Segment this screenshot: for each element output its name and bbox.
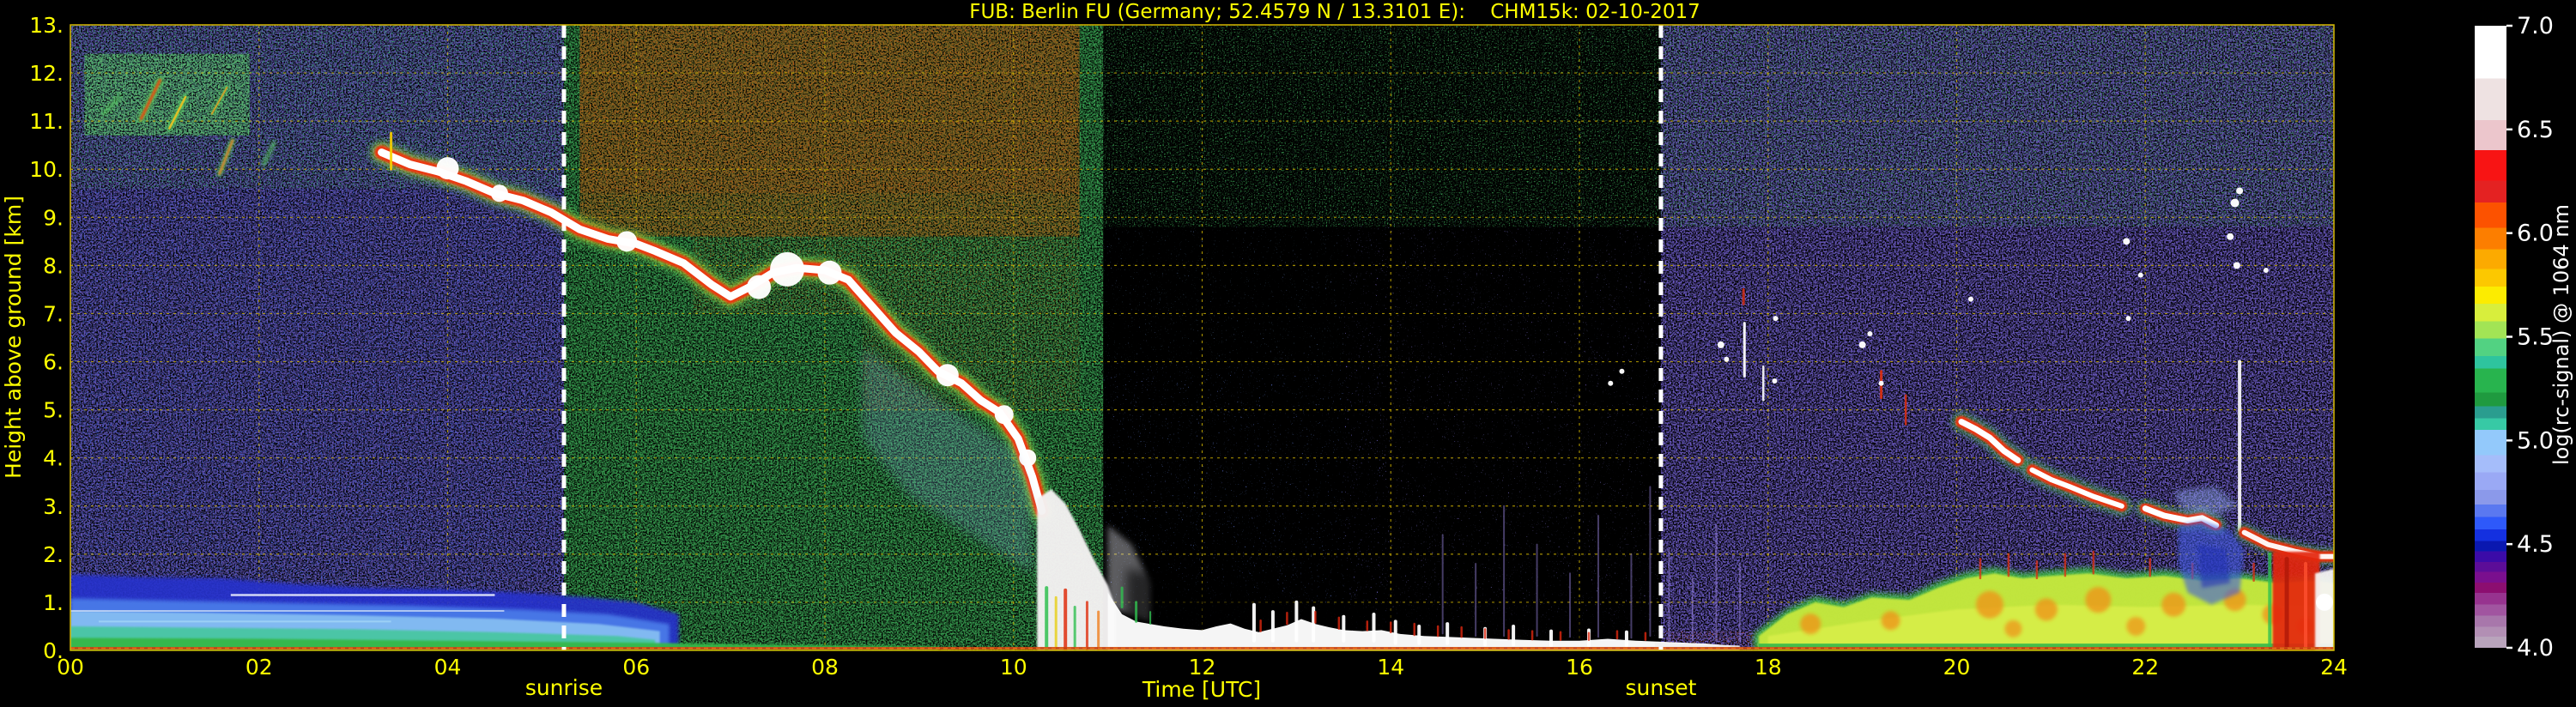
y-tick-label: 11. bbox=[29, 109, 64, 134]
x-tick-label: 02 bbox=[245, 655, 273, 680]
cloud-blob bbox=[616, 231, 637, 251]
cloud-blob bbox=[1882, 611, 1900, 630]
cloud-blob bbox=[1968, 297, 1973, 302]
y-tick-label: 8. bbox=[43, 253, 64, 278]
cloud-blob bbox=[817, 261, 841, 285]
x-tick-label: 20 bbox=[1943, 655, 1971, 680]
cloud-blob bbox=[1718, 341, 1724, 348]
cloud-blob bbox=[2085, 587, 2111, 613]
x-tick-label: 08 bbox=[811, 655, 839, 680]
noise-layer bbox=[1103, 362, 1381, 602]
noise-layer bbox=[1103, 25, 1661, 227]
ceilometer-backscatter-plot: 000204060810121416182022240.1.2.3.4.5.6.… bbox=[0, 0, 2576, 707]
colorbar-label: log(rc-signal) @ 1064 nm bbox=[2549, 204, 2573, 465]
cloud-blob bbox=[1879, 381, 1884, 386]
colorbar-gradient bbox=[2475, 26, 2506, 648]
cloud-blob bbox=[2138, 273, 2143, 278]
cloud-blob bbox=[936, 364, 959, 386]
cloud-blob bbox=[1019, 450, 1036, 467]
cloud-blob bbox=[1772, 378, 1777, 384]
y-tick-label: 6. bbox=[43, 350, 64, 375]
cloud-blob bbox=[1619, 369, 1624, 374]
x-axis-label: Time [UTC] bbox=[1142, 677, 1261, 702]
sunrise-label: sunrise bbox=[525, 675, 603, 700]
sunset-label: sunset bbox=[1626, 675, 1697, 700]
cloud-blob bbox=[2123, 238, 2130, 245]
x-tick-label: 24 bbox=[2320, 655, 2348, 680]
cloud-blob bbox=[770, 252, 804, 287]
cloud-blob bbox=[1976, 591, 2003, 619]
plot-title: FUB: Berlin FU (Germany; 52.4579 N / 13.… bbox=[969, 1, 1700, 23]
cloud-blob bbox=[1800, 613, 1821, 634]
x-tick-label: 22 bbox=[2131, 655, 2159, 680]
y-tick-label: 5. bbox=[43, 398, 64, 423]
cloud-blob bbox=[2236, 187, 2243, 194]
cloud-blob bbox=[995, 405, 1014, 424]
y-tick-label: 7. bbox=[43, 301, 64, 326]
colorbar-tick-label: 5.5 bbox=[2517, 324, 2554, 351]
cloud-blob bbox=[2231, 198, 2240, 207]
y-tick-label: 2. bbox=[43, 542, 64, 567]
x-tick-label: 10 bbox=[1000, 655, 1027, 680]
colorbar-tick-label: 5.0 bbox=[2517, 427, 2554, 454]
cloud-blob bbox=[2227, 233, 2234, 240]
y-tick-label: 9. bbox=[43, 205, 64, 230]
cloud-blob bbox=[1724, 357, 1729, 362]
y-tick-label: 12. bbox=[29, 61, 64, 86]
y-tick-label: 4. bbox=[43, 446, 64, 471]
y-tick-label: 3. bbox=[43, 494, 64, 519]
colorbar-tick-label: 4.0 bbox=[2517, 635, 2554, 662]
y-tick-label: 0. bbox=[43, 638, 64, 663]
cloud-blob bbox=[2035, 598, 2058, 620]
y-tick-label: 1. bbox=[43, 590, 64, 615]
cloud-blob bbox=[2004, 620, 2021, 638]
cloud-blob bbox=[2316, 594, 2333, 611]
x-tick-label: 12 bbox=[1189, 655, 1216, 680]
colorbar-tick-label: 4.5 bbox=[2517, 531, 2554, 558]
cloud-blob bbox=[2125, 316, 2131, 321]
y-axis-label: Height above ground [km] bbox=[1, 196, 26, 479]
x-tick-label: 06 bbox=[622, 655, 650, 680]
noise-background bbox=[70, 25, 2334, 650]
cloud-blob bbox=[491, 184, 508, 202]
cloud-blob bbox=[2264, 268, 2269, 273]
x-tick-label: 18 bbox=[1755, 655, 1782, 680]
cloud-blob bbox=[747, 275, 771, 299]
cloud-blob bbox=[2161, 593, 2185, 617]
cloud-blob bbox=[1859, 341, 1866, 348]
noise-layer bbox=[579, 25, 1079, 193]
signal-polygon bbox=[2197, 545, 2230, 589]
cloud-blob bbox=[1867, 331, 1872, 336]
cloud-blob bbox=[1608, 381, 1613, 386]
x-tick-label: 04 bbox=[434, 655, 462, 680]
colorbar-tick-label: 7.0 bbox=[2517, 13, 2554, 39]
x-tick-label: 14 bbox=[1377, 655, 1404, 680]
y-tick-label: 10. bbox=[29, 157, 64, 182]
x-tick-label: 16 bbox=[1566, 655, 1593, 680]
cloud-blob bbox=[2234, 262, 2240, 269]
cloud-blob bbox=[1773, 316, 1779, 321]
cloud-blob bbox=[2126, 617, 2145, 636]
cloud-blob bbox=[437, 157, 459, 179]
signal-polygon bbox=[2273, 552, 2320, 650]
colorbar-tick-label: 6.5 bbox=[2517, 117, 2554, 143]
colorbar-tick-label: 6.0 bbox=[2517, 221, 2554, 247]
y-tick-label: 13. bbox=[29, 13, 64, 38]
